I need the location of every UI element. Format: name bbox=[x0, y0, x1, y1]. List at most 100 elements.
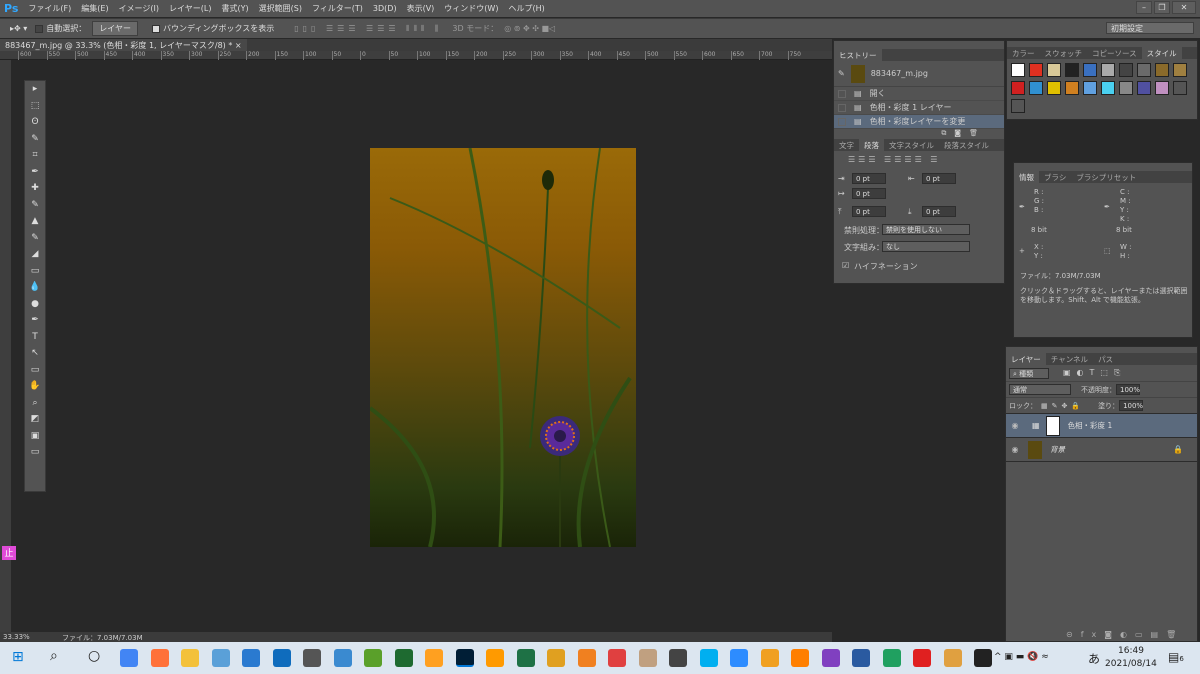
panel-tab[interactable]: 文字 bbox=[834, 139, 859, 151]
history-item[interactable]: ▤ 色相・彩度 1 レイヤー bbox=[834, 101, 1004, 115]
panel-tab[interactable]: 文字スタイル bbox=[884, 139, 939, 151]
clock-time[interactable]: 16:49 bbox=[1118, 646, 1144, 656]
hyphenation-checkbox[interactable]: ☑ bbox=[842, 261, 849, 270]
style-swatch[interactable] bbox=[1173, 63, 1187, 77]
tool-icon[interactable]: ✚ bbox=[25, 180, 45, 197]
taskbar-app-icon[interactable] bbox=[638, 649, 657, 667]
tool-icon[interactable]: ʘ bbox=[25, 114, 45, 131]
layer-row[interactable]: ◉ 背景 🔒 bbox=[1006, 438, 1197, 462]
style-swatch[interactable] bbox=[1047, 81, 1061, 95]
tool-icon[interactable]: ✒ bbox=[25, 312, 45, 329]
tool-icon[interactable]: ⌕ bbox=[25, 395, 45, 412]
taskbar-app-icon[interactable] bbox=[333, 649, 352, 667]
style-swatch[interactable] bbox=[1083, 63, 1097, 77]
opacity-field[interactable]: 100% bbox=[1116, 384, 1140, 395]
panel-tab[interactable]: パス bbox=[1093, 353, 1118, 365]
tool-icon[interactable]: ✎ bbox=[25, 131, 45, 148]
tool-icon[interactable]: 💧 bbox=[25, 279, 45, 296]
style-swatch[interactable] bbox=[1029, 63, 1043, 77]
tool-icon[interactable]: ▸ bbox=[25, 81, 45, 98]
layer-thumbnail[interactable] bbox=[1028, 440, 1042, 459]
notification-icon[interactable]: ▤6 bbox=[1168, 650, 1184, 664]
layer-row[interactable]: ◉ ▦ 色相・彩度 1 bbox=[1006, 414, 1197, 438]
taskbar-app-icon[interactable] bbox=[181, 649, 199, 667]
tool-icon[interactable]: ▲ bbox=[25, 213, 45, 230]
minimize-button[interactable]: – bbox=[1136, 1, 1152, 14]
tool-icon[interactable]: ▭ bbox=[25, 362, 45, 379]
auto-select-dropdown[interactable]: レイヤー bbox=[92, 21, 139, 36]
tool-icon[interactable]: ✋ bbox=[25, 378, 45, 395]
menu-item[interactable]: 選択範囲(S) bbox=[259, 4, 302, 13]
style-swatch[interactable] bbox=[1083, 81, 1097, 95]
restore-button[interactable]: ❐ bbox=[1154, 1, 1170, 14]
taskbar-app-icon[interactable] bbox=[120, 649, 138, 667]
history-item[interactable]: ▤ 色相・彩度レイヤーを変更 bbox=[834, 115, 1004, 129]
menu-item[interactable]: フィルター(T) bbox=[312, 4, 363, 13]
style-swatch[interactable] bbox=[1011, 99, 1025, 113]
document-tab[interactable]: 883467_m.jpg @ 33.3% (色相・彩度 1, レイヤーマスク/8… bbox=[0, 39, 247, 51]
3d-mode-icons[interactable]: ◎ ⊚ ✥ ✣ ■◁ bbox=[504, 24, 555, 33]
mojikumi-dropdown[interactable]: なし bbox=[882, 241, 970, 252]
style-swatch[interactable] bbox=[1065, 63, 1079, 77]
menu-item[interactable]: 表示(V) bbox=[407, 4, 435, 13]
taskbar-app-icon[interactable] bbox=[974, 649, 992, 667]
style-swatch[interactable] bbox=[1101, 81, 1115, 95]
taskbar-app-icon[interactable] bbox=[882, 649, 901, 667]
menu-item[interactable]: レイヤー(L) bbox=[169, 4, 211, 13]
panel-tab[interactable]: ブラシプリセット bbox=[1071, 171, 1141, 183]
taskbar-app-icon[interactable] bbox=[791, 649, 809, 667]
clock-date[interactable]: 2021/08/14 bbox=[1105, 659, 1157, 669]
tool-icon[interactable]: ◢ bbox=[25, 246, 45, 263]
history-actions[interactable]: ⧉◙🗑 bbox=[834, 129, 1004, 139]
taskbar-app-icon[interactable] bbox=[730, 649, 748, 667]
taskbar-app-icon[interactable] bbox=[272, 649, 291, 667]
taskbar-app-icon[interactable] bbox=[547, 649, 565, 667]
style-swatch[interactable] bbox=[1029, 81, 1043, 95]
panel-tab[interactable]: 段落 bbox=[859, 139, 884, 151]
taskbar-app-icon[interactable] bbox=[486, 649, 504, 667]
taskbar-app-icon[interactable] bbox=[943, 649, 962, 667]
taskbar-app-icon[interactable] bbox=[852, 649, 870, 667]
auto-select-checkbox[interactable] bbox=[35, 24, 44, 33]
tool-icon[interactable]: ▭ bbox=[25, 263, 45, 280]
menu-item[interactable]: イメージ(I) bbox=[119, 4, 159, 13]
tab-history[interactable]: ヒストリー bbox=[834, 49, 882, 61]
style-swatch[interactable] bbox=[1101, 63, 1115, 77]
style-swatch[interactable] bbox=[1011, 63, 1025, 77]
taskbar-app-icon[interactable] bbox=[455, 649, 474, 667]
tool-icon[interactable]: ✒ bbox=[25, 164, 45, 181]
history-snapshot[interactable]: ✎ 883467_m.jpg bbox=[834, 61, 1004, 87]
visibility-eye-icon[interactable]: ◉ bbox=[1006, 421, 1024, 430]
history-checkbox[interactable] bbox=[838, 89, 846, 98]
history-item[interactable]: ▤ 開く bbox=[834, 87, 1004, 101]
style-swatch[interactable] bbox=[1065, 81, 1079, 95]
layer-name[interactable]: 背景 bbox=[1050, 444, 1065, 455]
space-after-field[interactable]: 0 pt bbox=[922, 206, 956, 217]
search-icon[interactable]: ⌕ bbox=[50, 648, 58, 664]
style-swatch[interactable] bbox=[1155, 81, 1169, 95]
tool-icon[interactable]: ▣ bbox=[25, 428, 45, 445]
style-swatch[interactable] bbox=[1173, 81, 1187, 95]
canvas-image[interactable] bbox=[368, 147, 636, 548]
workspace-dropdown[interactable]: 初期設定 bbox=[1106, 22, 1194, 34]
space-before-field[interactable]: 0 pt bbox=[852, 206, 886, 217]
taskbar-app-icon[interactable] bbox=[303, 649, 321, 667]
layer-filter-dropdown[interactable]: ⌕ 種類 bbox=[1009, 367, 1049, 379]
tool-icon[interactable]: T bbox=[25, 329, 45, 346]
panel-tab[interactable]: チャンネル bbox=[1046, 353, 1093, 365]
filter-icons[interactable]: ▣◐T⬚⎘ bbox=[1063, 368, 1126, 378]
windows-start-icon[interactable]: ⊞ bbox=[12, 649, 24, 665]
taskbar-app-icon[interactable] bbox=[211, 649, 230, 667]
align-buttons[interactable]: ▯▯▯ ☰☰☰ ☰☰☰ ⫴⫴⫴ ⫼ bbox=[294, 24, 442, 34]
tool-icon[interactable]: ◩ bbox=[25, 411, 45, 428]
lock-icons[interactable]: ▦✎✥🔒 bbox=[1041, 402, 1084, 410]
panel-tab[interactable]: スタイル bbox=[1141, 47, 1182, 59]
panel-tab[interactable]: カラー bbox=[1007, 47, 1040, 59]
blend-mode-dropdown[interactable]: 通常 bbox=[1009, 384, 1071, 395]
tool-icon[interactable]: ✎ bbox=[25, 197, 45, 214]
menu-item[interactable]: 編集(E) bbox=[81, 4, 108, 13]
tool-icon[interactable]: ⌗ bbox=[25, 147, 45, 164]
alignment-buttons[interactable]: ☰☰☰ ☰☰☰☰ ☰ bbox=[834, 151, 1004, 168]
panel-tab[interactable]: コピーソース bbox=[1087, 47, 1142, 59]
menu-item[interactable]: 書式(Y) bbox=[221, 4, 248, 13]
